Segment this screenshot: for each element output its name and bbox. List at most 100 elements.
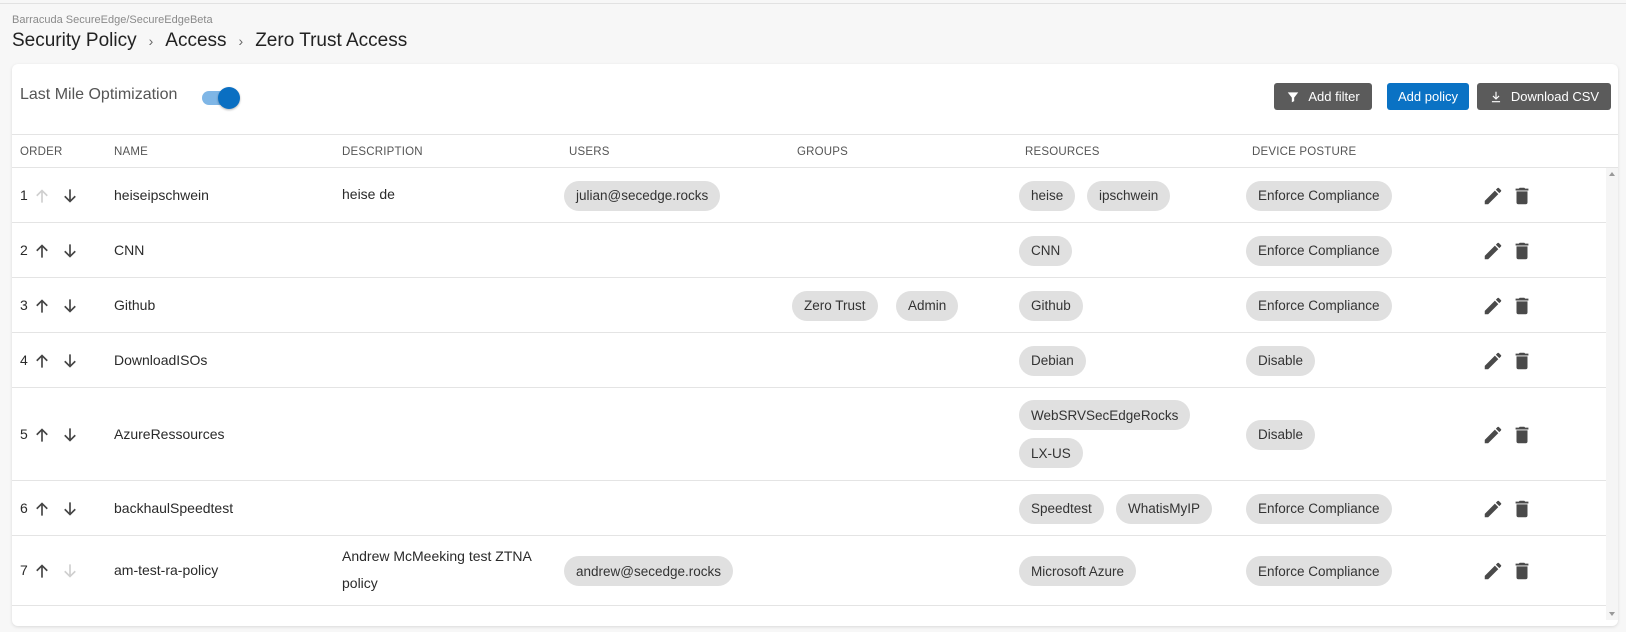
policy-name[interactable]: DownloadISOs: [114, 352, 207, 368]
order-number: 4: [20, 351, 28, 368]
scroll-down-icon[interactable]: [1608, 610, 1616, 618]
arrow-up-icon[interactable]: [32, 425, 52, 445]
group-chip: Admin: [896, 290, 959, 321]
vertical-scrollbar[interactable]: [1606, 168, 1618, 620]
user-chip: julian@secedge.rocks: [564, 180, 721, 211]
order-number: 1: [20, 186, 28, 203]
add-policy-button[interactable]: Add policy: [1387, 83, 1469, 110]
lmo-toggle[interactable]: [202, 86, 242, 110]
download-icon: [1491, 91, 1501, 102]
resource-chip: Debian: [1019, 345, 1086, 376]
order-number: 6: [20, 499, 28, 516]
arrow-down-icon[interactable]: [60, 425, 80, 445]
chevron-right-icon: ›: [238, 33, 244, 49]
resource-chip: Github: [1019, 290, 1083, 321]
top-divider: [0, 3, 1626, 4]
resource-chip: WebSRVSecEdgeRocks: [1019, 400, 1191, 430]
arrow-down-icon[interactable]: [60, 241, 80, 261]
posture-chip: Enforce Compliance: [1246, 556, 1392, 586]
column-header-resources[interactable]: RESOURCES: [1025, 146, 1100, 158]
pencil-icon[interactable]: [1482, 240, 1504, 262]
policy-name[interactable]: CNN: [114, 242, 144, 258]
policy-description: heise de: [342, 186, 395, 202]
arrow-down-icon[interactable]: [60, 351, 80, 371]
pencil-icon[interactable]: [1482, 295, 1504, 317]
user-chip: andrew@secedge.rocks: [564, 556, 734, 586]
posture-chip: Disable: [1246, 345, 1316, 376]
order-number: 3: [20, 296, 28, 313]
filter-icon: [1288, 91, 1299, 102]
policy-name[interactable]: heiseipschwein: [114, 187, 209, 203]
resource-chip: ipschwein: [1087, 180, 1171, 211]
chevron-right-icon: ›: [148, 33, 154, 49]
arrow-down-icon[interactable]: [60, 499, 80, 519]
trash-icon[interactable]: [1511, 560, 1533, 582]
posture-chip: Disable: [1246, 419, 1316, 450]
trash-icon[interactable]: [1511, 498, 1533, 520]
table-row: 4 DownloadISOs Debian Disable: [12, 333, 1606, 388]
table-row: 5 AzureRessources WebSRVSecEdgeRocks LX-US D…: [12, 388, 1606, 481]
trash-icon[interactable]: [1511, 185, 1533, 207]
policy-name[interactable]: am-test-ra-policy: [114, 562, 218, 578]
table-row: 2 CNN CNN Enforce Compliance: [12, 223, 1606, 278]
policy-panel: Last Mile Optimization Add filter Add po…: [12, 64, 1618, 626]
table-row: 6 backhaulSpeedtest Speedtest WhatisMyIP Enf…: [12, 481, 1606, 536]
breadcrumb-access[interactable]: Access: [165, 30, 226, 52]
arrow-down-icon: [64, 564, 76, 578]
order-number: 2: [20, 241, 28, 258]
arrow-down-icon[interactable]: [60, 186, 80, 206]
posture-chip: Enforce Compliance: [1246, 493, 1392, 524]
arrow-up-icon[interactable]: [32, 499, 52, 519]
table-header: ORDER NAME DESCRIPTION USERS GROUPS RESO…: [12, 134, 1618, 168]
resource-chip: LX-US: [1019, 438, 1083, 468]
column-header-name[interactable]: NAME: [114, 146, 148, 158]
column-header-users[interactable]: USERS: [569, 146, 610, 158]
order-number: 7: [20, 562, 28, 578]
resource-chip: Speedtest: [1019, 493, 1104, 524]
posture-chip: Enforce Compliance: [1246, 290, 1392, 321]
order-number: 5: [20, 425, 28, 442]
resource-chip: Microsoft Azure: [1019, 556, 1137, 586]
policy-table: ORDER NAME DESCRIPTION USERS GROUPS RESO…: [12, 134, 1618, 626]
arrow-up-icon[interactable]: [32, 241, 52, 261]
pencil-icon[interactable]: [1482, 350, 1504, 372]
resource-chip: CNN: [1019, 235, 1073, 266]
breadcrumb-zero-trust-access: Zero Trust Access: [255, 30, 408, 51]
policy-description: Andrew McMeeking test ZTNA: [342, 548, 532, 564]
column-header-order[interactable]: ORDER: [20, 146, 63, 158]
toggle-knob: [218, 87, 240, 109]
pencil-icon[interactable]: [1482, 424, 1504, 446]
posture-chip: Enforce Compliance: [1246, 180, 1392, 211]
policy-name[interactable]: backhaulSpeedtest: [114, 500, 233, 516]
arrow-down-icon[interactable]: [60, 296, 80, 316]
resource-chip: heise: [1019, 180, 1076, 211]
trash-icon[interactable]: [1511, 240, 1533, 262]
posture-chip: Enforce Compliance: [1246, 235, 1392, 266]
trash-icon[interactable]: [1511, 424, 1533, 446]
column-header-device-posture[interactable]: DEVICE POSTURE: [1252, 146, 1356, 158]
arrow-up-icon[interactable]: [32, 351, 52, 371]
policy-description: policy: [342, 575, 378, 591]
arrow-up-icon[interactable]: [32, 296, 52, 316]
scroll-up-icon[interactable]: [1608, 170, 1616, 178]
breadcrumb-security-policy[interactable]: Security Policy: [12, 30, 137, 52]
download-csv-button[interactable]: Download CSV: [1477, 83, 1611, 110]
add-filter-label: Add filter: [1308, 89, 1360, 104]
download-csv-label: Download CSV: [1510, 89, 1600, 104]
table-row: 1 heiseipschwein heise de julian@secedge.ro…: [12, 168, 1606, 223]
policy-name[interactable]: AzureRessources: [114, 426, 225, 442]
breadcrumb: Security Policy › Access › Zero Trust Ac…: [12, 30, 407, 52]
column-header-groups[interactable]: GROUPS: [797, 146, 848, 158]
trash-icon[interactable]: [1511, 295, 1533, 317]
column-header-description[interactable]: DESCRIPTION: [342, 146, 423, 158]
resource-chip: WhatisMyIP: [1116, 493, 1213, 524]
pencil-icon[interactable]: [1482, 185, 1504, 207]
pencil-icon[interactable]: [1482, 498, 1504, 520]
app-path: Barracuda SecureEdge/SecureEdgeBeta: [12, 14, 213, 26]
policy-name[interactable]: Github: [114, 297, 155, 313]
trash-icon[interactable]: [1511, 350, 1533, 372]
lmo-label: Last Mile Optimization: [20, 86, 178, 103]
arrow-up-icon[interactable]: [32, 561, 52, 581]
pencil-icon[interactable]: [1482, 560, 1504, 582]
add-filter-button[interactable]: Add filter: [1274, 83, 1372, 110]
